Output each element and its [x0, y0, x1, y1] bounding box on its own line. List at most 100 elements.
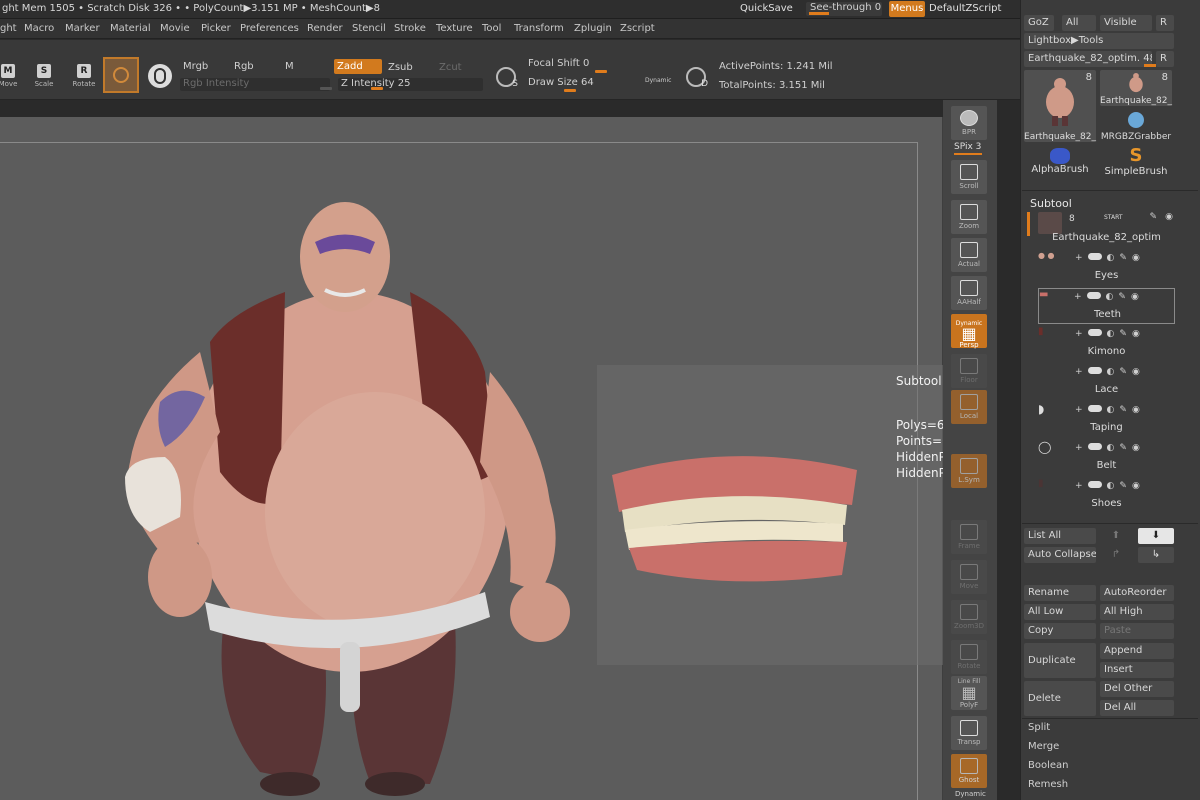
duplicate-button[interactable]: Duplicate	[1024, 643, 1096, 678]
remesh-section[interactable]: Remesh	[1028, 779, 1068, 790]
persp-button[interactable]: Dynamic ▦ Persp	[951, 314, 987, 349]
subtool-belt-controls[interactable]: + ◐ ✎ ◉	[1075, 442, 1171, 454]
draw-size-dynamic-icon[interactable]: D	[686, 67, 708, 89]
frame-button[interactable]: Frame	[951, 520, 987, 554]
subtool-earthquake-brush-icon[interactable]: ✎	[1149, 212, 1157, 222]
subtool-eyes-controls[interactable]: + ◐ ✎ ◉	[1075, 252, 1171, 264]
menu-material[interactable]: Material	[110, 23, 151, 34]
subtool-item-taping[interactable]: ◗ + ◐ ✎ ◉ Taping	[1038, 402, 1175, 438]
zcut-toggle[interactable]: Zcut	[439, 62, 462, 73]
focal-shift-slider[interactable]: Focal Shift 0	[525, 58, 675, 73]
delete-button[interactable]: Delete	[1024, 681, 1096, 716]
arrow-down-right-icon[interactable]: ↳	[1138, 547, 1174, 563]
rgb-toggle[interactable]: Rgb	[234, 61, 254, 72]
all-low-button[interactable]: All Low	[1024, 604, 1096, 620]
menu-stencil[interactable]: Stencil	[352, 23, 386, 34]
arrow-right-icon[interactable]: ↱	[1100, 547, 1132, 563]
move-up-icon[interactable]: ⬆	[1100, 528, 1132, 544]
subtool-item-eyes[interactable]: ● ● + ◐ ✎ ◉ Eyes	[1038, 250, 1175, 286]
subtool-item-lace[interactable]: + ◐ ✎ ◉ Lace	[1038, 364, 1175, 400]
scale-button[interactable]: S Scale	[26, 64, 62, 94]
menu-zplugin[interactable]: Zplugin	[574, 23, 612, 34]
local-button[interactable]: Local	[951, 390, 987, 424]
aahalf-button[interactable]: AAHalf	[951, 276, 987, 310]
subtool-taping-controls[interactable]: + ◐ ✎ ◉	[1075, 404, 1171, 416]
lsym-button[interactable]: L.Sym	[951, 454, 987, 488]
tool-r-button[interactable]: R	[1156, 51, 1174, 67]
subtool-item-belt[interactable]: ◯ + ◐ ✎ ◉ Belt	[1038, 440, 1175, 476]
move-button[interactable]: M Move	[0, 64, 26, 94]
material-button[interactable]	[103, 57, 139, 93]
zoom3d-button[interactable]: Zoom3D	[951, 600, 987, 634]
boolean-section[interactable]: Boolean	[1028, 760, 1069, 771]
subtool-lace-controls[interactable]: + ◐ ✎ ◉	[1075, 366, 1171, 378]
visible-button[interactable]: Visible	[1100, 15, 1152, 31]
spix-slider[interactable]: SPix 3	[954, 142, 982, 155]
all-button[interactable]: All	[1062, 15, 1096, 31]
alpha-brush-button[interactable]: AlphaBrush	[1024, 146, 1096, 182]
split-section[interactable]: Split	[1028, 722, 1050, 733]
autoreorder-button[interactable]: AutoReorder	[1100, 585, 1174, 601]
menu-zscript[interactable]: Zscript	[620, 23, 655, 34]
rotate-button[interactable]: R Rotate	[66, 64, 102, 94]
merge-section[interactable]: Merge	[1028, 741, 1059, 752]
viewport-canvas[interactable]: Subtool 2 Polys=62464 Points=62532 Hidde…	[0, 117, 995, 800]
goz-button[interactable]: GoZ	[1024, 15, 1054, 31]
paste-button[interactable]: Paste	[1100, 623, 1174, 639]
subtool-section-title[interactable]: Subtool	[1030, 197, 1072, 210]
lightbox-tools-button[interactable]: Lightbox▶Tools	[1024, 33, 1174, 49]
scroll-button[interactable]: Scroll	[951, 160, 987, 194]
transp-button[interactable]: Transp	[951, 716, 987, 750]
menu-tool[interactable]: Tool	[482, 23, 501, 34]
menu-stroke[interactable]: Stroke	[394, 23, 426, 34]
ghost-button[interactable]: Ghost	[951, 754, 987, 788]
move-down-icon[interactable]: ⬇	[1138, 528, 1174, 544]
list-all-button[interactable]: List All	[1024, 528, 1096, 544]
see-through-slider[interactable]: See-through 0	[806, 2, 882, 16]
del-other-button[interactable]: Del Other	[1100, 681, 1174, 697]
menus-button[interactable]: Menus	[889, 1, 925, 17]
all-high-button[interactable]: All High	[1100, 604, 1174, 620]
tool-thumb-mrgbzgrabber[interactable]: MRGBZGrabber	[1100, 108, 1172, 144]
z-intensity-slider[interactable]: Z Intensity 25	[338, 78, 483, 91]
del-all-button[interactable]: Del All	[1100, 700, 1174, 716]
texture-button[interactable]	[148, 64, 172, 88]
dynamic-label[interactable]: Dynamic	[645, 77, 671, 84]
menu-texture[interactable]: Texture	[436, 23, 473, 34]
rgb-intensity-slider[interactable]: Rgb Intensity	[180, 78, 332, 91]
subtool-item-teeth[interactable]: ▬ + ◐ ✎ ◉ Teeth	[1038, 288, 1175, 324]
menu-light[interactable]: ght	[0, 23, 17, 34]
subtool-item-kimono[interactable]: ▮ + ◐ ✎ ◉ Kimono	[1038, 326, 1175, 362]
bpr-button[interactable]: BPR	[951, 106, 987, 140]
polyf-button[interactable]: Line Fill ▦ PolyF	[951, 676, 987, 710]
tool-thumb-earthquake-2[interactable]: 8 Earthquake_82_	[1100, 70, 1172, 106]
menu-transform[interactable]: Transform	[514, 23, 564, 34]
subtool-item-earthquake[interactable]: 8 START ✎ ◉ Earthquake_82_optim	[1038, 212, 1175, 248]
subtool-item-shoes[interactable]: ▮ + ◐ ✎ ◉ Shoes	[1038, 478, 1175, 514]
subtool-earthquake-eye-icon[interactable]: ◉	[1165, 212, 1173, 222]
menu-picker[interactable]: Picker	[201, 23, 231, 34]
rotate-view-button[interactable]: Rotate	[951, 640, 987, 674]
zoom-button[interactable]: Zoom	[951, 200, 987, 234]
menu-preferences[interactable]: Preferences	[240, 23, 299, 34]
menu-movie[interactable]: Movie	[160, 23, 190, 34]
focal-shift-icon[interactable]: S	[496, 67, 518, 89]
rename-button[interactable]: Rename	[1024, 585, 1096, 601]
floor-button[interactable]: Floor	[951, 354, 987, 388]
default-zscript-button[interactable]: DefaultZScript	[929, 3, 1001, 14]
draw-size-slider[interactable]: Draw Size 64 Dynamic	[525, 77, 675, 92]
subtool-kimono-controls[interactable]: + ◐ ✎ ◉	[1075, 328, 1171, 340]
menu-marker[interactable]: Marker	[65, 23, 100, 34]
move-view-button[interactable]: Move	[951, 560, 987, 594]
subtool-scrollbar[interactable]	[1027, 212, 1030, 236]
subtool-teeth-controls[interactable]: + ◐ ✎ ◉	[1074, 291, 1170, 303]
m-toggle[interactable]: M	[285, 61, 294, 72]
menu-macro[interactable]: Macro	[24, 23, 54, 34]
mrgb-toggle[interactable]: Mrgb	[183, 61, 208, 72]
goz-r-button[interactable]: R	[1156, 15, 1174, 31]
tool-thumb-earthquake-1[interactable]: 8 Earthquake_82_	[1024, 70, 1096, 142]
current-tool-slider[interactable]: Earthquake_82_optim. 48	[1024, 51, 1152, 67]
subtool-shoes-controls[interactable]: + ◐ ✎ ◉	[1075, 480, 1171, 492]
simple-brush-button[interactable]: S SimpleBrush	[1100, 146, 1172, 182]
insert-button[interactable]: Insert	[1100, 662, 1174, 678]
